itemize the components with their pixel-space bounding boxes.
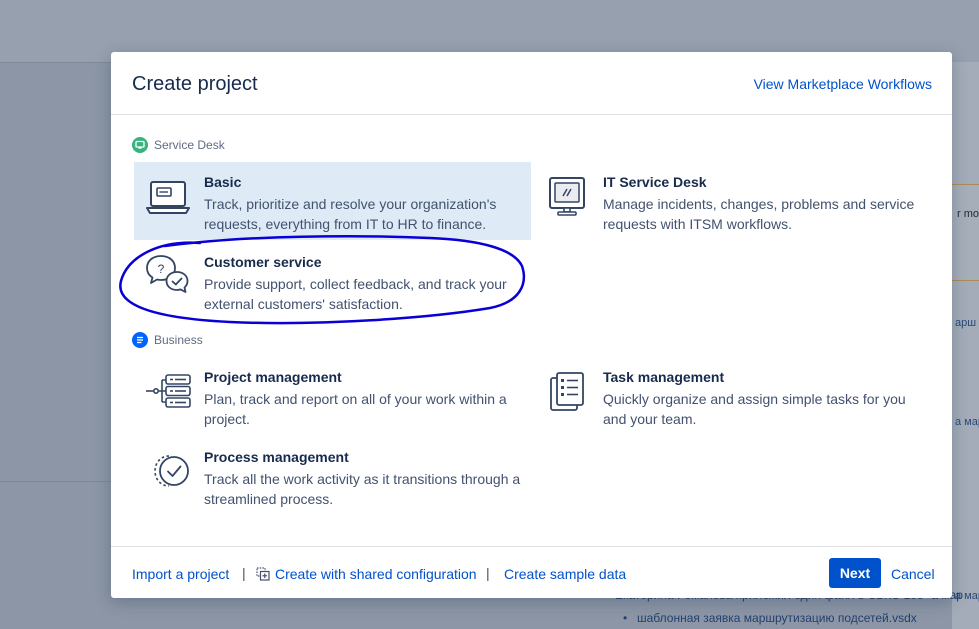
project-type-task-management[interactable]: Task management Quickly organize and ass… <box>533 357 930 435</box>
dialog-footer: Import a project | Create with shared co… <box>111 546 952 599</box>
section-label-text: Service Desk <box>154 138 225 152</box>
process-check-icon <box>154 455 189 487</box>
item-description: Plan, track and report on all of your wo… <box>204 391 507 427</box>
item-title: Project management <box>204 369 342 385</box>
section-label-business: Business <box>132 332 203 348</box>
business-icon <box>132 332 148 348</box>
item-title: Task management <box>603 369 725 385</box>
shared-configuration-icon <box>256 567 270 581</box>
import-project-link[interactable]: Import a project <box>132 566 229 582</box>
checklist-icon <box>550 372 584 411</box>
section-label-service-desk: Service Desk <box>132 137 225 153</box>
dialog-title: Create project <box>132 73 258 95</box>
background-divider <box>0 481 111 482</box>
project-type-customer-service[interactable]: ? Customer service Provide support, coll… <box>134 242 531 320</box>
view-marketplace-workflows-link[interactable]: View Marketplace Workflows <box>754 76 932 92</box>
project-type-project-management[interactable]: Project management Plan, track and repor… <box>134 357 531 435</box>
svg-text:?: ? <box>158 262 165 276</box>
dialog-header: Create project View Marketplace Workflow… <box>111 52 952 115</box>
cancel-link[interactable]: Cancel <box>891 566 935 582</box>
item-description: Provide support, collect feedback, and t… <box>204 276 507 312</box>
background-card <box>952 184 979 281</box>
item-title: Process management <box>204 449 349 465</box>
footer-separator: | <box>242 565 246 581</box>
project-type-it-service-desk[interactable]: IT Service Desk Manage incidents, change… <box>533 162 930 240</box>
item-title: Customer service <box>204 254 322 270</box>
project-type-basic[interactable]: Basic Track, prioritize and resolve your… <box>134 162 531 240</box>
chat-bubbles-icon: ? <box>146 255 189 293</box>
item-title: IT Service Desk <box>603 174 707 190</box>
laptop-icon <box>146 181 190 214</box>
background-panel <box>952 62 979 629</box>
section-label-text: Business <box>154 333 203 347</box>
item-description: Track all the work activity as it transi… <box>204 471 521 507</box>
background-text: а мар <box>955 416 979 428</box>
next-button[interactable]: Next <box>829 558 881 588</box>
item-description: Manage incidents, changes, problems and … <box>603 196 915 232</box>
create-project-dialog: Create project View Marketplace Workflow… <box>111 52 952 598</box>
background-text: r mor <box>957 208 979 220</box>
footer-separator: | <box>486 565 490 581</box>
hierarchy-icon <box>146 374 191 408</box>
project-type-process-management[interactable]: Process management Track all the work ac… <box>134 437 531 515</box>
item-description: Track, prioritize and resolve your organ… <box>204 196 497 232</box>
background-text: арш <box>955 317 977 329</box>
item-description: Quickly organize and assign simple tasks… <box>603 391 906 427</box>
create-sample-data-link[interactable]: Create sample data <box>504 566 626 582</box>
monitor-icon <box>549 177 585 216</box>
create-with-shared-configuration-link[interactable]: Create with shared configuration <box>275 566 477 582</box>
item-title: Basic <box>204 174 242 190</box>
background-attachment-link: шаблонная заявка маршрутизацию подсетей.… <box>623 611 917 625</box>
service-desk-icon <box>132 137 148 153</box>
